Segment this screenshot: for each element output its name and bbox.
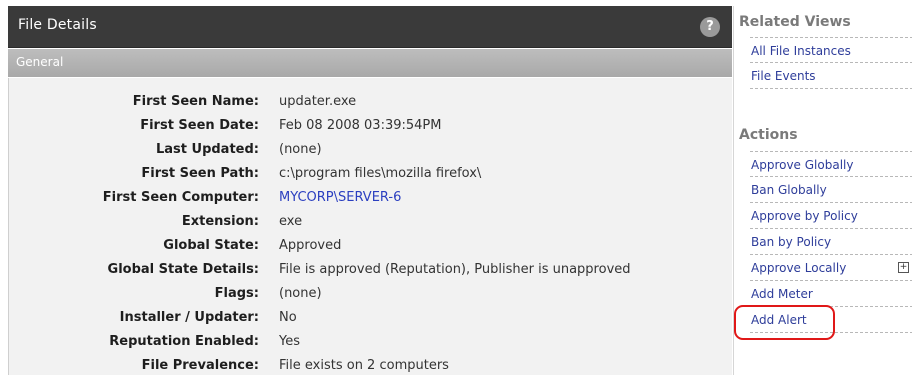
action-ban-globally[interactable]: Ban Globally: [750, 177, 912, 203]
field-label: File Prevalence:: [141, 358, 259, 373]
help-icon[interactable]: ?: [700, 17, 720, 37]
related-item-all-file-instances[interactable]: All File Instances: [750, 37, 912, 63]
field-label: Global State Details:: [107, 262, 259, 277]
field-value: (none): [279, 142, 322, 157]
action-add-meter[interactable]: Add Meter: [750, 281, 912, 307]
actions-heading: Actions: [739, 127, 798, 143]
action-label: Ban Globally: [751, 183, 827, 197]
field-label: First Seen Name:: [132, 94, 259, 109]
related-item-label: File Events: [751, 69, 816, 83]
field-label: First Seen Computer:: [102, 190, 259, 205]
field-row-global-state-details: Global State Details: File is approved (…: [9, 262, 733, 286]
action-ban-by-policy[interactable]: Ban by Policy: [750, 229, 912, 255]
action-label: Ban by Policy: [751, 235, 832, 249]
field-row-flags: Flags: (none): [9, 286, 733, 310]
field-label: First Seen Date:: [140, 118, 259, 133]
field-row-global-state: Global State: Approved: [9, 238, 733, 262]
action-label: Approve by Policy: [751, 209, 858, 223]
field-row-reputation-enabled: Reputation Enabled: Yes: [9, 334, 733, 358]
field-label: Global State:: [163, 238, 259, 253]
panel-titlebar: File Details ?: [8, 6, 732, 48]
field-value: No: [279, 310, 297, 325]
field-value: (none): [279, 286, 322, 301]
related-item-file-events[interactable]: File Events: [750, 63, 912, 89]
field-label: First Seen Path:: [141, 166, 259, 181]
panel-title: File Details: [18, 17, 97, 33]
field-value: Feb 08 2008 03:39:54PM: [279, 118, 442, 133]
file-details-panel: File Details ? General First Seen Name: …: [8, 6, 732, 375]
field-label: Last Updated:: [155, 142, 259, 157]
action-label: Add Alert: [751, 313, 807, 327]
action-approve-globally[interactable]: Approve Globally: [750, 151, 912, 177]
field-label: Flags:: [214, 286, 259, 301]
field-row-last-updated: Last Updated: (none): [9, 142, 733, 166]
related-views-heading: Related Views: [739, 14, 851, 30]
field-value: Yes: [279, 334, 300, 349]
field-label: Extension:: [181, 214, 259, 229]
field-value: File exists on 2 computers: [279, 358, 449, 373]
action-add-alert[interactable]: Add Alert: [750, 307, 912, 333]
field-row-first-seen-path: First Seen Path: c:\program files\mozill…: [9, 166, 733, 190]
field-row-first-seen-date: First Seen Date: Feb 08 2008 03:39:54PM: [9, 118, 733, 142]
action-label: Approve Globally: [751, 158, 854, 172]
field-value: exe: [279, 214, 303, 229]
field-row-extension: Extension: exe: [9, 214, 733, 238]
section-header: General: [8, 49, 732, 77]
action-approve-locally[interactable]: Approve Locally +: [750, 255, 912, 281]
action-label: Add Meter: [751, 287, 813, 301]
sidebar: Related Views All File Instances File Ev…: [733, 6, 912, 375]
field-row-first-seen-name: First Seen Name: updater.exe: [9, 94, 733, 118]
field-value: updater.exe: [279, 94, 357, 109]
action-approve-by-policy[interactable]: Approve by Policy: [750, 203, 912, 229]
field-row-file-prevalence: File Prevalence: File exists on 2 comput…: [9, 358, 733, 382]
field-row-first-seen-computer: First Seen Computer: MYCORP\SERVER-6: [9, 190, 733, 214]
field-label: Reputation Enabled:: [109, 334, 259, 349]
field-label: Installer / Updater:: [119, 310, 259, 325]
action-label: Approve Locally: [751, 261, 847, 275]
plus-icon[interactable]: +: [898, 262, 909, 273]
field-value: File is approved (Reputation), Publisher…: [279, 262, 631, 277]
section-title: General: [16, 55, 64, 69]
computer-link[interactable]: MYCORP\SERVER-6: [279, 190, 401, 205]
details-body: First Seen Name: updater.exe First Seen …: [8, 78, 732, 375]
field-value: Approved: [279, 238, 342, 253]
field-value: c:\program files\mozilla firefox\: [279, 166, 482, 181]
related-item-label: All File Instances: [751, 44, 851, 58]
field-row-installer-updater: Installer / Updater: No: [9, 310, 733, 334]
